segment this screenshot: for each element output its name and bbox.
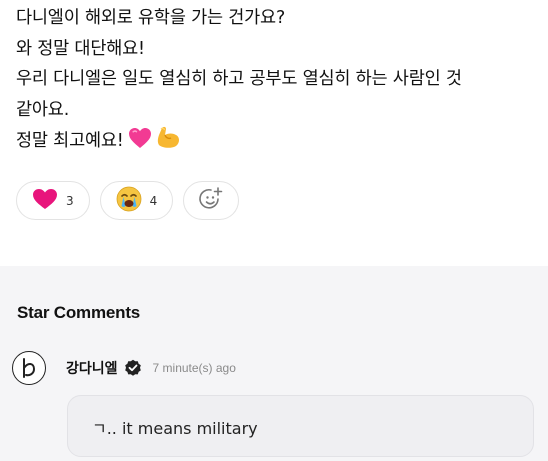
- comment-text: ㄱ.. it means military: [92, 419, 258, 438]
- post-line: 다니엘이 해외로 유학을 가는 건가요?: [16, 8, 286, 28]
- comment-header: 강다니엘 7 minute(s) ago: [12, 350, 236, 386]
- heart-reaction-count: 3: [66, 193, 74, 208]
- crying-face-reaction-count: 4: [149, 193, 158, 208]
- comment-timestamp: 7 minute(s) ago: [152, 361, 236, 375]
- post-line: 와 정말 대단해요!: [16, 38, 145, 59]
- heart-icon: [32, 188, 58, 214]
- crying-face-icon: [116, 186, 142, 216]
- flexed-biceps-emoji: [156, 125, 182, 160]
- post-line-last: 정말 최고예요!: [16, 125, 536, 160]
- add-reaction-button[interactable]: [183, 181, 240, 220]
- post-content: 다니엘이 해외로 유학을 가는 건가요? 와 정말 대단해요! 우리 다니엘은 …: [0, 0, 548, 266]
- section-title: Star Comments: [17, 303, 141, 322]
- post-line: 같아요.: [16, 99, 70, 120]
- comment-author[interactable]: 강다니엘: [66, 358, 118, 378]
- post-line: 우리 다니엘은 일도 열심히 하고 공부도 열심히 하는 사람인 것: [16, 69, 462, 89]
- heart-reaction-button[interactable]: 3: [16, 181, 90, 220]
- verified-check-icon: [124, 359, 142, 377]
- avatar[interactable]: [12, 351, 46, 385]
- comment-bubble: ㄱ.. it means military: [67, 395, 534, 457]
- post-line-text: 정말 최고예요!: [16, 131, 124, 151]
- pink-heart-emoji: [128, 127, 152, 160]
- reaction-bar: 3 4: [16, 181, 240, 220]
- crying-face-reaction-button[interactable]: 4: [99, 181, 174, 220]
- add-reaction-icon: [198, 186, 224, 216]
- post-text: 다니엘이 해외로 유학을 가는 건가요? 와 정말 대단해요! 우리 다니엘은 …: [16, 3, 536, 160]
